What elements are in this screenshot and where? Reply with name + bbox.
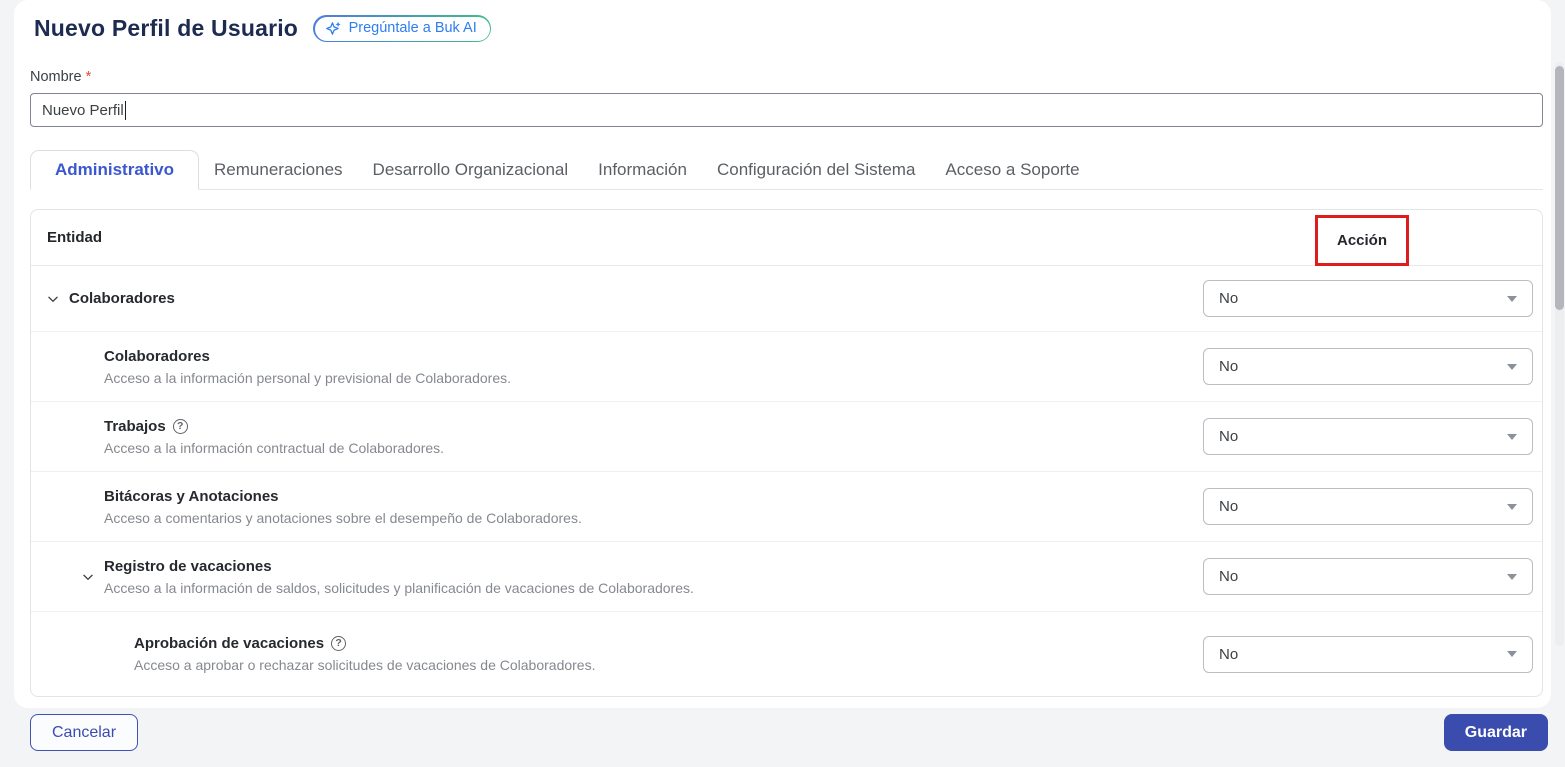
save-button[interactable]: Guardar (1443, 714, 1548, 751)
help-icon[interactable]: ? (172, 418, 188, 434)
action-select-value: No (1219, 428, 1239, 445)
ask-buk-ai-label: Pregúntale a Buk AI (348, 20, 477, 36)
permission-title: Aprobación de vacaciones (134, 635, 325, 652)
action-select-value: No (1219, 645, 1239, 663)
permission-row-text: Registro de vacaciones ? Acceso a la inf… (104, 558, 694, 596)
permission-row: Registro de vacaciones ? Acceso a la inf… (31, 542, 1542, 612)
permission-description: Acceso a aprobar o rechazar solicitudes … (134, 657, 596, 673)
nombre-label: Nombre * (30, 69, 92, 85)
action-select[interactable]: No (1203, 488, 1533, 525)
action-select-value: No (1219, 568, 1239, 585)
permission-description: Acceso a comentarios y anotaciones sobre… (104, 509, 582, 526)
permission-description: Acceso a la información personal y previ… (104, 369, 511, 386)
permission-row-action: No (1182, 348, 1542, 385)
permission-row-main: Bitácoras y Anotaciones ? Acceso a comen… (31, 488, 1182, 526)
action-select-value: No (1219, 290, 1239, 307)
ask-buk-ai-button[interactable]: Pregúntale a Buk AI (313, 15, 492, 42)
permission-row-text: Aprobación de vacaciones ? Acceso a apro… (134, 635, 596, 673)
footer-actions: Cancelar Guardar (30, 714, 1548, 751)
tab-desarrollo-organizacional[interactable]: Desarrollo Organizacional (358, 151, 584, 189)
action-select-value: No (1219, 498, 1239, 515)
permissions-rows: Colaboradores ? No (31, 266, 1542, 696)
permission-row-main: Colaboradores ? Acceso a la información … (31, 348, 1182, 386)
permission-row-text: Trabajos ? Acceso a la información contr… (104, 418, 444, 456)
permission-row-action: No (1182, 488, 1542, 525)
action-select[interactable]: No (1203, 418, 1533, 455)
permission-title: Bitácoras y Anotaciones (104, 487, 279, 505)
permission-row-action: No (1182, 418, 1542, 455)
tab-bar: Administrativo Remuneraciones Desarrollo… (30, 150, 1543, 190)
select-caret-icon (1507, 433, 1517, 440)
tab-remuneraciones[interactable]: Remuneraciones (199, 151, 358, 189)
page-background: Nuevo Perfil de Usuario Pregúntale a Buk… (0, 0, 1565, 767)
tab-informacion[interactable]: Información (583, 151, 702, 189)
permission-row-action: No (1182, 280, 1542, 317)
entity-column-header: Entidad (47, 229, 102, 246)
action-select[interactable]: No (1203, 635, 1533, 673)
permission-description: Acceso a la información de saldos, solic… (104, 579, 694, 596)
permission-row-main: Aprobación de vacaciones ? Acceso a apro… (31, 635, 1182, 673)
permission-row-main: Trabajos ? Acceso a la información contr… (31, 418, 1182, 456)
ask-buk-ai-inner: Pregúntale a Buk AI (314, 16, 490, 41)
action-header-highlight-box: Acción (1314, 215, 1410, 266)
action-select-value: No (1219, 358, 1239, 375)
permission-row: Colaboradores ? No (31, 266, 1542, 332)
select-caret-icon (1507, 651, 1517, 657)
chevron-down-icon[interactable] (81, 570, 95, 584)
nombre-input-value: Nuevo Perfil (42, 101, 124, 119)
action-select[interactable]: No (1203, 280, 1533, 317)
permission-row: Colaboradores ? Acceso a la información … (31, 332, 1542, 402)
permission-row-main: Colaboradores ? (31, 290, 1182, 307)
chevron-down-icon[interactable] (46, 292, 60, 306)
scrollbar-thumb[interactable] (1555, 66, 1564, 310)
required-asterisk: * (85, 69, 92, 85)
permission-row: Trabajos ? Acceso a la información contr… (31, 402, 1542, 472)
tab-administrativo[interactable]: Administrativo (30, 150, 200, 190)
permission-row-text: Colaboradores ? Acceso a la información … (104, 348, 511, 386)
page-title: Nuevo Perfil de Usuario (34, 15, 299, 41)
permission-row-text: Colaboradores ? (69, 290, 175, 307)
permission-row: Aprobación de vacaciones ? Acceso a apro… (31, 612, 1542, 696)
new-profile-panel: Nuevo Perfil de Usuario Pregúntale a Buk… (14, 0, 1551, 708)
help-icon[interactable]: ? (331, 636, 347, 651)
cancel-button[interactable]: Cancelar (30, 714, 139, 751)
text-cursor (124, 100, 127, 120)
sparkle-icon (325, 20, 342, 37)
permission-row-action: No (1182, 635, 1542, 673)
tab-acceso-a-soporte[interactable]: Acceso a Soporte (930, 151, 1094, 189)
scrollbar-track[interactable] (1555, 62, 1564, 646)
select-caret-icon (1507, 295, 1517, 302)
permission-row: Bitácoras y Anotaciones ? Acceso a comen… (31, 472, 1542, 542)
permissions-table: Entidad Acción Colaboradores No Colabora… (30, 209, 1543, 697)
permission-title: Trabajos (104, 417, 166, 435)
permission-row-main: Registro de vacaciones ? Acceso a la inf… (31, 558, 1182, 596)
permission-title: Colaboradores (69, 290, 175, 307)
permission-description: Acceso a la información contractual de C… (104, 439, 445, 456)
select-caret-icon (1507, 503, 1517, 510)
select-caret-icon (1507, 363, 1517, 370)
action-select[interactable]: No (1203, 348, 1533, 385)
select-caret-icon (1507, 573, 1517, 580)
permission-title: Colaboradores (104, 347, 210, 365)
tab-configuracion-del-sistema[interactable]: Configuración del Sistema (702, 151, 930, 189)
permission-title: Registro de vacaciones (104, 557, 272, 575)
table-header-row: Entidad Acción (31, 210, 1542, 266)
action-select[interactable]: No (1203, 558, 1533, 595)
permission-row-text: Bitácoras y Anotaciones ? Acceso a comen… (104, 488, 582, 526)
action-column: Acción (1182, 210, 1542, 266)
nombre-input[interactable]: Nuevo Perfil (30, 93, 1543, 127)
action-column-header: Acción (1336, 232, 1388, 249)
permission-row-action: No (1182, 558, 1542, 595)
panel-header: Nuevo Perfil de Usuario Pregúntale a Buk… (34, 0, 1543, 42)
